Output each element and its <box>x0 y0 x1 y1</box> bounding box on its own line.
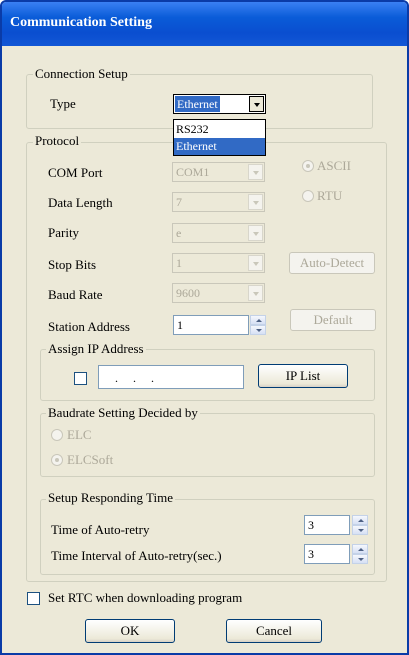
stop-bits-value: 1 <box>176 256 182 270</box>
stop-bits-label: Stop Bits <box>48 257 97 272</box>
station-address-spinner[interactable] <box>250 315 266 335</box>
elc-label: ELC <box>67 427 92 442</box>
connection-setup-legend: Connection Setup <box>33 66 130 82</box>
ip-address-input[interactable]: . . . <box>98 365 244 389</box>
auto-retry-label: Time of Auto-retry <box>51 522 150 537</box>
chevron-down-icon[interactable] <box>248 225 263 241</box>
type-label: Type <box>50 96 76 111</box>
ok-button[interactable]: OK <box>85 619 175 643</box>
type-option-rs232[interactable]: RS232 <box>174 121 265 138</box>
com-port-label: COM Port <box>48 165 103 180</box>
chevron-down-icon[interactable] <box>248 194 263 210</box>
baud-rate-label: Baud Rate <box>48 287 103 302</box>
window-title: Communication Setting <box>10 15 152 30</box>
data-length-label: Data Length <box>48 195 113 210</box>
type-option-ethernet[interactable]: Ethernet <box>174 138 265 155</box>
assign-ip-checkbox[interactable] <box>74 372 87 385</box>
baud-rate-value: 9600 <box>176 286 200 300</box>
spin-down-icon[interactable] <box>352 525 368 535</box>
interval-value: 3 <box>308 547 314 561</box>
station-address-label: Station Address <box>48 319 130 334</box>
baudrate-decided-legend: Baudrate Setting Decided by <box>46 405 200 421</box>
spin-down-icon[interactable] <box>352 554 368 564</box>
com-port-value: COM1 <box>176 165 210 179</box>
chevron-down-icon[interactable] <box>248 285 263 301</box>
cancel-button[interactable]: Cancel <box>226 619 322 643</box>
auto-detect-button[interactable]: Auto-Detect <box>289 252 375 274</box>
set-rtc-checkbox[interactable] <box>27 592 40 605</box>
auto-retry-input[interactable]: 3 <box>304 515 350 535</box>
protocol-legend: Protocol <box>33 133 82 149</box>
stop-bits-select[interactable]: 1 <box>172 253 265 273</box>
auto-detect-label: Auto-Detect <box>299 255 365 270</box>
spin-up-icon[interactable] <box>250 315 266 325</box>
title-bar[interactable]: Communication Setting <box>2 2 407 46</box>
ip-address-value: . . . <box>115 371 160 385</box>
data-length-select[interactable]: 7 <box>172 192 265 212</box>
communication-setting-dialog: Communication Setting Connection Setup T… <box>0 0 409 655</box>
baud-rate-select[interactable]: 9600 <box>172 283 265 303</box>
rtu-label: RTU <box>317 188 343 203</box>
station-address-input[interactable]: 1 <box>173 315 249 335</box>
type-dropdown-list: RS232 Ethernet <box>173 119 266 156</box>
com-port-select[interactable]: COM1 <box>172 162 265 182</box>
ascii-radio[interactable] <box>302 160 314 172</box>
parity-label: Parity <box>48 225 80 240</box>
interval-spinner[interactable] <box>352 544 368 564</box>
ip-list-label: IP List <box>285 368 321 383</box>
default-button[interactable]: Default <box>290 309 376 331</box>
chevron-down-icon[interactable] <box>248 255 263 271</box>
chevron-down-icon[interactable] <box>248 164 263 180</box>
elcsoft-radio[interactable] <box>51 454 63 466</box>
interval-input[interactable]: 3 <box>304 544 350 564</box>
auto-retry-value: 3 <box>308 518 314 532</box>
ok-label: OK <box>120 623 140 638</box>
parity-select[interactable]: e <box>172 223 265 243</box>
spin-up-icon[interactable] <box>352 544 368 554</box>
type-select-value: Ethernet <box>175 96 220 112</box>
set-rtc-label: Set RTC when downloading program <box>48 590 243 605</box>
interval-label: Time Interval of Auto-retry(sec.) <box>51 548 222 563</box>
station-address-value: 1 <box>177 318 183 332</box>
chevron-down-icon[interactable] <box>249 96 264 112</box>
rtu-radio[interactable] <box>302 190 314 202</box>
cancel-label: Cancel <box>255 623 293 638</box>
ascii-label: ASCII <box>317 158 351 173</box>
spin-up-icon[interactable] <box>352 515 368 525</box>
elc-radio[interactable] <box>51 429 63 441</box>
ip-list-button[interactable]: IP List <box>258 364 348 388</box>
responding-time-legend: Setup Responding Time <box>46 490 175 506</box>
parity-value: e <box>176 226 182 240</box>
data-length-value: 7 <box>176 195 182 209</box>
default-label: Default <box>313 312 353 327</box>
assign-ip-legend: Assign IP Address <box>46 341 146 357</box>
elcsoft-label: ELCSoft <box>67 452 114 467</box>
auto-retry-spinner[interactable] <box>352 515 368 535</box>
spin-down-icon[interactable] <box>250 325 266 335</box>
type-select[interactable]: Ethernet <box>173 94 266 114</box>
